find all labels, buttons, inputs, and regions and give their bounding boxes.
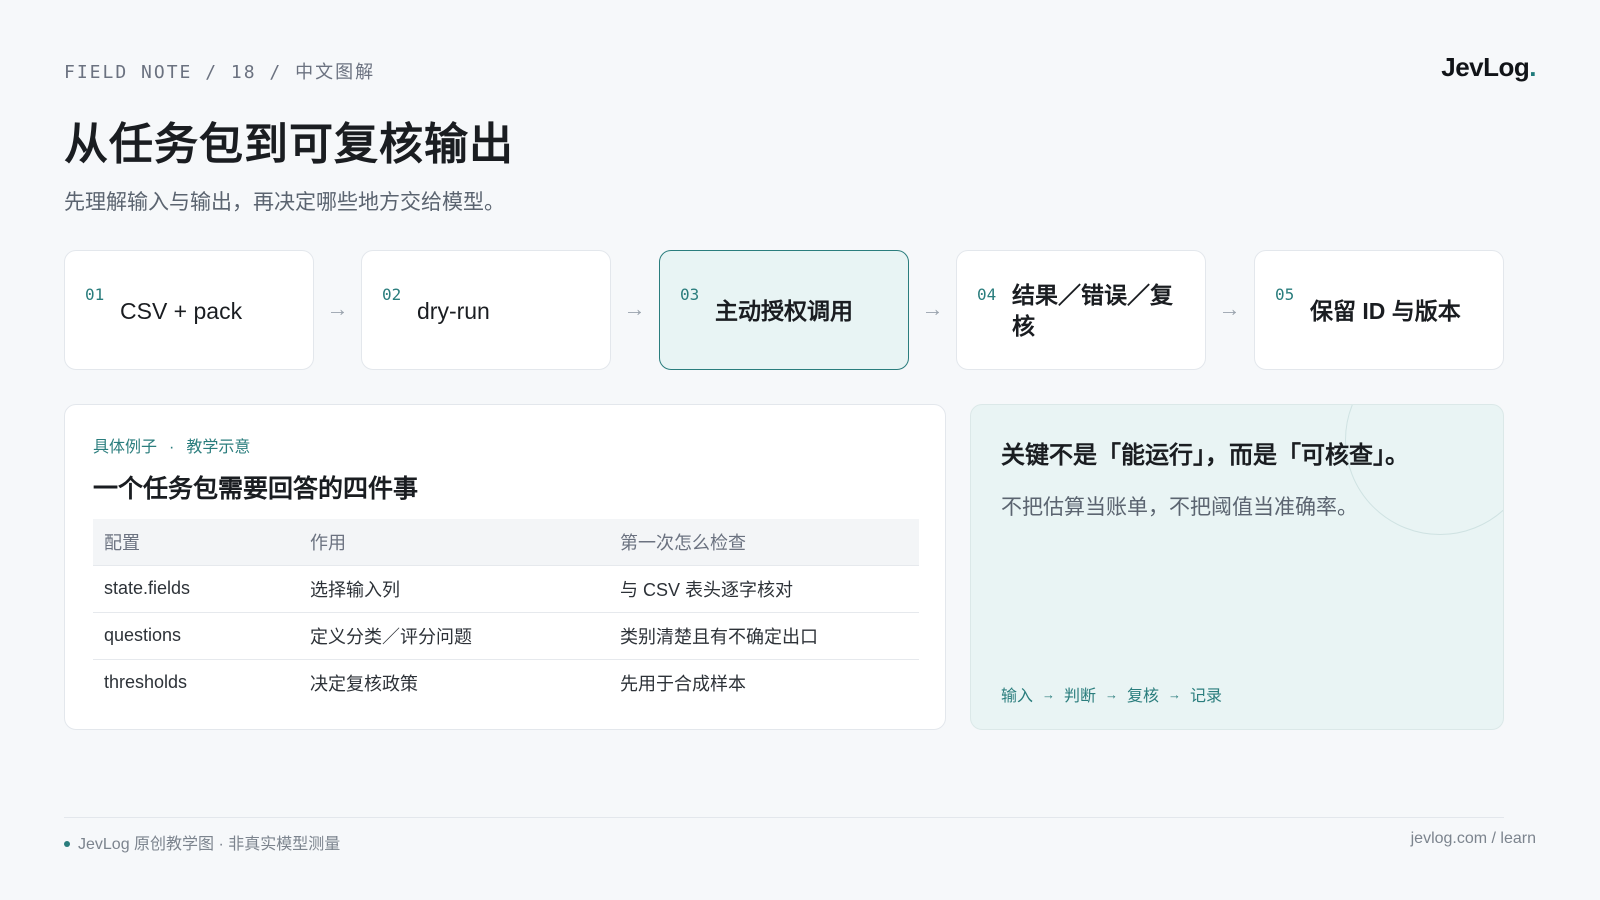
cell-check: 先用于合成样本 [609, 658, 919, 706]
arrow-right-icon: → [1042, 686, 1056, 702]
logo-text: JevLog [1441, 52, 1530, 82]
cell-config: state.fields [93, 564, 299, 612]
cell-config: thresholds [93, 658, 299, 706]
field-note-kicker: FIELD NOTE / 18 / 中文图解 [64, 62, 376, 83]
key-callout-card: 关键不是「能运行」，而是「可核查」。 不把估算当账单，不把阈值当准确率。 输入 … [970, 404, 1504, 730]
cell-check: 与 CSV 表头逐字核对 [609, 564, 919, 612]
step-label: 保留 ID 与版本 [1310, 297, 1461, 324]
tag-separator: · [169, 439, 175, 456]
step-number: 04 [977, 285, 997, 304]
config-table: 配置 作用 第一次怎么检查 state.fields 选择输入列 与 CSV 表… [93, 519, 919, 706]
flow-step: 输入 [1001, 688, 1034, 705]
column-header-purpose: 作用 [299, 519, 609, 565]
flow-step: 判断 [1064, 688, 1097, 705]
logo-dot: . [1529, 52, 1536, 82]
process-flow: 输入 → 判断 → 复核 → 记录 [1001, 682, 1222, 706]
cell-config: questions [93, 611, 299, 659]
table-header-row: 配置 作用 第一次怎么检查 [93, 519, 919, 565]
step-card-2: 02 dry-run [361, 250, 611, 370]
example-tag-left: 具体例子 [93, 439, 158, 456]
arrow-right-icon: → [623, 296, 646, 321]
jevlog-logo[interactable]: JevLog. [1441, 52, 1536, 83]
step-card-1: 01 CSV + pack [64, 250, 314, 370]
table-row: questions 定义分类／评分问题 类别清楚且有不确定出口 [93, 611, 919, 659]
footer-divider [64, 817, 1504, 818]
cell-purpose: 选择输入列 [299, 564, 609, 612]
step-label: dry-run [417, 297, 490, 324]
step-card-5: 05 保留 ID 与版本 [1254, 250, 1504, 370]
cell-purpose: 决定复核政策 [299, 658, 609, 706]
step-label: CSV + pack [120, 297, 243, 324]
flow-step: 记录 [1190, 688, 1223, 705]
step-label: 主动授权调用 [715, 297, 853, 324]
callout-text: 不把估算当账单，不把阈值当准确率。 [1001, 496, 1358, 519]
step-label: 结果／错误／复核 [1012, 282, 1173, 339]
arrow-right-icon: → [1218, 296, 1241, 321]
step-number: 02 [382, 285, 402, 304]
footer-link[interactable]: jevlog.com / learn [1411, 830, 1536, 848]
page-title: 从任务包到可复核输出 [64, 120, 514, 169]
bullet-dot-icon [64, 841, 70, 847]
cell-purpose: 定义分类／评分问题 [299, 611, 609, 659]
footer-note: JevLog 原创教学图 · 非真实模型测量 [64, 830, 340, 854]
table-row: state.fields 选择输入列 与 CSV 表头逐字核对 [93, 564, 919, 612]
cell-check: 类别清楚且有不确定出口 [609, 611, 919, 659]
column-header-check: 第一次怎么检查 [609, 519, 919, 565]
step-card-3-active: 03 主动授权调用 [659, 250, 909, 370]
example-tag-right: 教学示意 [186, 439, 251, 456]
step-number: 05 [1275, 285, 1295, 304]
example-heading: 一个任务包需要回答的四件事 [93, 475, 419, 503]
arrow-right-icon: → [1168, 686, 1182, 702]
arrow-right-icon: → [326, 296, 349, 321]
example-tag: 具体例子 · 教学示意 [93, 433, 250, 457]
table-row: thresholds 决定复核政策 先用于合成样本 [93, 658, 919, 706]
pipeline-steps: 01 CSV + pack → 02 dry-run → 03 主动授权调用 →… [64, 250, 1504, 370]
example-card: 具体例子 · 教学示意 一个任务包需要回答的四件事 配置 作用 第一次怎么检查 st… [64, 404, 946, 730]
column-header-config: 配置 [93, 519, 299, 565]
step-card-4: 04 结果／错误／复核 [956, 250, 1206, 370]
step-number: 01 [85, 285, 105, 304]
page-subtitle: 先理解输入与输出，再决定哪些地方交给模型。 [64, 191, 505, 214]
callout-title: 关键不是「能运行」，而是「可核查」。 [1001, 442, 1409, 469]
arrow-right-icon: → [1105, 686, 1119, 702]
flow-step: 复核 [1127, 688, 1160, 705]
footer-note-text: JevLog 原创教学图 · 非真实模型测量 [78, 836, 341, 853]
step-number: 03 [680, 285, 700, 304]
arrow-right-icon: → [921, 296, 944, 321]
